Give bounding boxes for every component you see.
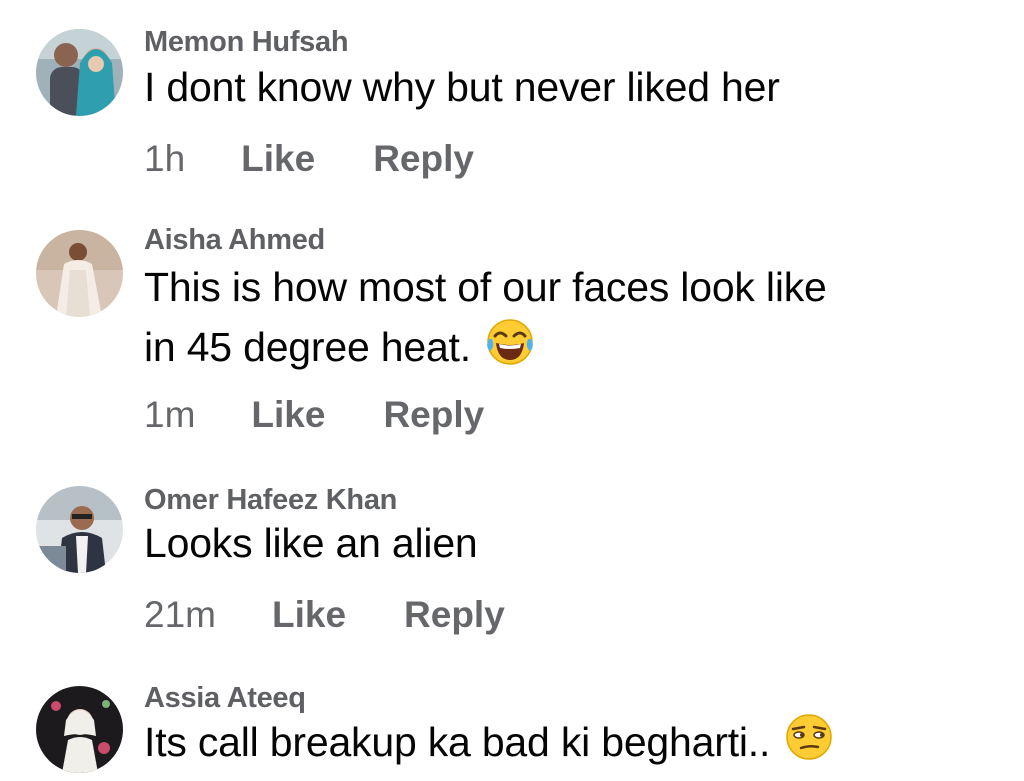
comment-text-line: This is how most of our faces look like [144, 264, 827, 310]
comment-author[interactable]: Assia Ateeq [144, 682, 306, 715]
like-button[interactable]: Like [272, 594, 346, 636]
comment-text: Its call breakup ka bad ki begharti.. [144, 712, 834, 772]
comment-actions: 1h Like Reply [144, 138, 474, 180]
avatar[interactable] [36, 686, 123, 773]
comment-text-line-with-emoji: in 45 degree heat. [144, 317, 827, 377]
like-button[interactable]: Like [251, 394, 325, 436]
comments-list: Memon Hufsah I dont know why but never l… [0, 0, 1024, 781]
comment-text-line: I dont know why but never liked her [144, 64, 780, 110]
comment-text: This is how most of our faces look like … [144, 258, 827, 377]
comment-text-line-with-emoji: Its call breakup ka bad ki begharti.. [144, 712, 834, 772]
comment-item: Assia Ateeq Its call breakup ka bad ki b… [0, 670, 1024, 781]
reply-button[interactable]: Reply [404, 594, 505, 636]
comment-actions: 1m Like Reply [144, 394, 484, 436]
comment-timestamp[interactable]: 1m [144, 394, 195, 436]
reply-button[interactable]: Reply [373, 138, 474, 180]
comment-actions: 21m Like Reply [144, 594, 505, 636]
like-button[interactable]: Like [241, 138, 315, 180]
comment-text-line: Its call breakup ka bad ki begharti.. [144, 719, 771, 765]
comment-item: Omer Hafeez Khan Looks like an alien 21m… [0, 460, 1024, 670]
unamused-face-icon [784, 712, 834, 762]
comment-author[interactable]: Memon Hufsah [144, 26, 349, 59]
comment-item: Aisha Ahmed This is how most of our face… [0, 200, 1024, 460]
avatar[interactable] [36, 230, 123, 317]
comment-text-line: in 45 degree heat. [144, 324, 471, 370]
avatar[interactable] [36, 29, 123, 116]
avatar[interactable] [36, 486, 123, 573]
comment-text: I dont know why but never liked her [144, 58, 780, 117]
comment-timestamp[interactable]: 1h [144, 138, 185, 180]
comment-author[interactable]: Aisha Ahmed [144, 224, 325, 257]
comment-item: Memon Hufsah I dont know why but never l… [0, 0, 1024, 200]
comment-text-line: Looks like an alien [144, 520, 478, 566]
comment-author[interactable]: Omer Hafeez Khan [144, 484, 397, 517]
reply-button[interactable]: Reply [383, 394, 484, 436]
comment-timestamp[interactable]: 21m [144, 594, 216, 636]
face-with-tears-of-joy-icon [485, 317, 535, 367]
comment-text: Looks like an alien [144, 514, 478, 573]
